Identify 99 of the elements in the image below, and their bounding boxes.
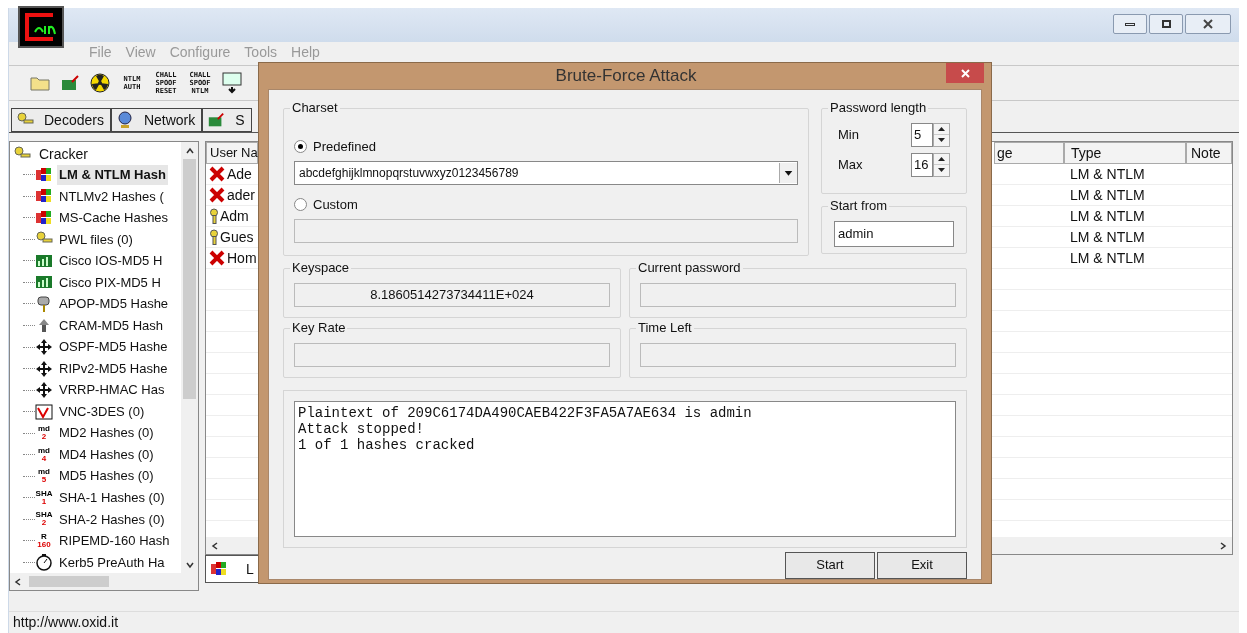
table-cell-text: ader <box>227 185 256 205</box>
log-line: Attack stopped! <box>298 420 426 437</box>
keys-icon <box>209 208 218 224</box>
tree-item[interactable]: MD5 Hashes (0) <box>57 466 156 486</box>
radio-option[interactable]: Predefined <box>294 136 798 157</box>
up-arrow-icon[interactable] <box>938 156 945 161</box>
log-line: Plaintext of 209C6174DA490CAEB422F3FA5A7AE634 is admin <box>298 404 753 421</box>
close-icon <box>1203 19 1213 29</box>
tree-item[interactable]: MD4 Hashes (0) <box>57 444 156 465</box>
dialog-button[interactable]: Start <box>785 551 875 579</box>
hash-icon: md 4 <box>35 446 53 463</box>
tree-item[interactable]: PWL files (0) <box>57 229 135 250</box>
horizontal-scrollbar[interactable] <box>10 573 198 590</box>
tree-item[interactable]: MS-Cache Hashes <box>57 208 171 228</box>
hash-icon: SHA 2 <box>35 511 53 528</box>
tree-item[interactable]: VNC-3DES (0) <box>57 401 147 422</box>
radiation-button[interactable] <box>87 70 113 96</box>
down-arrow-icon[interactable] <box>938 168 945 173</box>
monitor-button[interactable] <box>219 70 245 96</box>
tree-item[interactable]: LM & NTLM Hash <box>57 165 168 185</box>
table-cell-text: LM & NTLM <box>1069 206 1146 226</box>
windows-flag-icon <box>210 560 228 578</box>
tree-item[interactable]: SHA-2 Hashes (0) <box>57 509 167 529</box>
tab[interactable]: Decoders <box>11 108 111 132</box>
table-cell-text: LM & NTLM <box>1069 164 1146 184</box>
keys-icon <box>209 229 218 245</box>
table-cell-text: Hom <box>227 248 257 268</box>
table-cell-text: LM & NTLM <box>1069 185 1146 205</box>
number-field[interactable]: 16 <box>911 152 933 177</box>
max-label: Max <box>838 155 863 174</box>
tree-item[interactable]: Kerb5 PreAuth Ha <box>57 552 167 573</box>
radio-option[interactable]: Custom <box>294 194 798 215</box>
cross-icon <box>209 250 225 266</box>
dialog-button[interactable]: Exit <box>877 551 967 579</box>
spin-buttons[interactable] <box>933 152 950 177</box>
close-button[interactable] <box>946 63 984 83</box>
table-cell-text: Gues <box>220 227 254 247</box>
minimize-icon <box>1125 22 1135 26</box>
vnc-icon <box>35 402 53 421</box>
tree-item[interactable]: VRRP-HMAC Has <box>57 380 167 400</box>
start-from-field[interactable]: admin <box>834 220 954 247</box>
column-header[interactable]: ge <box>994 142 1064 164</box>
hash-icon: R 160 <box>35 532 53 549</box>
mailbox-icon <box>35 294 53 313</box>
hash-icon: md 5 <box>35 468 53 485</box>
tree-item[interactable]: Cisco PIX-MD5 H <box>57 272 163 293</box>
min-label: Min <box>838 125 859 144</box>
close-icon <box>960 68 970 78</box>
app-logo <box>18 6 64 48</box>
folder-icon <box>30 75 50 91</box>
windows-flag-icon <box>35 165 53 184</box>
down-arrow-icon[interactable] <box>938 138 945 143</box>
tree-item[interactable]: CRAM-MD5 Hash <box>57 315 165 336</box>
tree-item[interactable]: APOP-MD5 Hashe <box>57 294 171 314</box>
tree-item[interactable]: Cracker <box>13 144 181 164</box>
dialog-title: Brute-Force Attack <box>555 65 697 87</box>
move-arrows-icon <box>35 381 53 400</box>
column-header[interactable]: Note <box>1186 142 1232 164</box>
maximize-button[interactable] <box>1149 14 1183 34</box>
cross-icon <box>209 166 225 182</box>
stopwatch-icon <box>35 553 53 572</box>
number-field[interactable]: 5 <box>911 122 933 147</box>
monitor-icon <box>222 72 242 94</box>
custom-charset-field[interactable] <box>294 218 798 243</box>
tree-item[interactable]: RIPv2-MD5 Hashe <box>57 358 170 379</box>
tree-item[interactable]: SHA-1 Hashes (0) <box>57 488 167 508</box>
table-cell-text: Ade <box>227 164 252 184</box>
minimize-button[interactable] <box>1113 14 1147 34</box>
radiation-icon <box>90 73 110 93</box>
close-button[interactable] <box>1185 14 1231 34</box>
network-card-icon <box>207 111 226 129</box>
cross-icon <box>209 187 225 203</box>
up-arrow-icon[interactable] <box>938 126 945 131</box>
table-cell-text: LM & NTLM <box>1069 227 1146 247</box>
hash-icon: md 2 <box>35 425 53 442</box>
table-cell-text: Adm <box>220 206 249 226</box>
spin-buttons[interactable] <box>933 122 950 147</box>
hash-icon: SHA 1 <box>35 489 53 506</box>
move-arrows-icon <box>35 359 53 378</box>
maximize-icon <box>1161 20 1171 28</box>
tree-item[interactable]: RIPEMD-160 Hash <box>57 531 172 551</box>
status-bar: http://www.oxid.it <box>9 611 1239 633</box>
vertical-scrollbar[interactable] <box>181 142 198 573</box>
globe-icon <box>115 111 134 129</box>
network-card-icon <box>60 74 80 92</box>
tab[interactable]: Network <box>110 108 203 132</box>
tree-item[interactable]: Cisco IOS-MD5 H <box>57 251 165 271</box>
log-line: 1 of 1 hashes cracked <box>298 436 476 453</box>
tree-item[interactable]: NTLMv2 Hashes ( <box>57 186 166 207</box>
move-arrows-icon <box>35 338 53 356</box>
charset-dropdown[interactable]: abcdefghijklmnopqrstuvwxyz0123456789 <box>294 160 798 185</box>
table-cell-text: LM & NTLM <box>1069 248 1146 268</box>
column-header[interactable]: User Na <box>206 142 258 164</box>
tree-item[interactable]: MD2 Hashes (0) <box>57 423 156 443</box>
readonly-field: 8.1860514273734411E+024 <box>294 282 610 307</box>
column-header[interactable]: Type <box>1064 142 1186 164</box>
tab[interactable]: S <box>202 108 252 132</box>
windows-flag-icon <box>35 208 53 227</box>
tree-item[interactable]: OSPF-MD5 Hashe <box>57 337 170 357</box>
